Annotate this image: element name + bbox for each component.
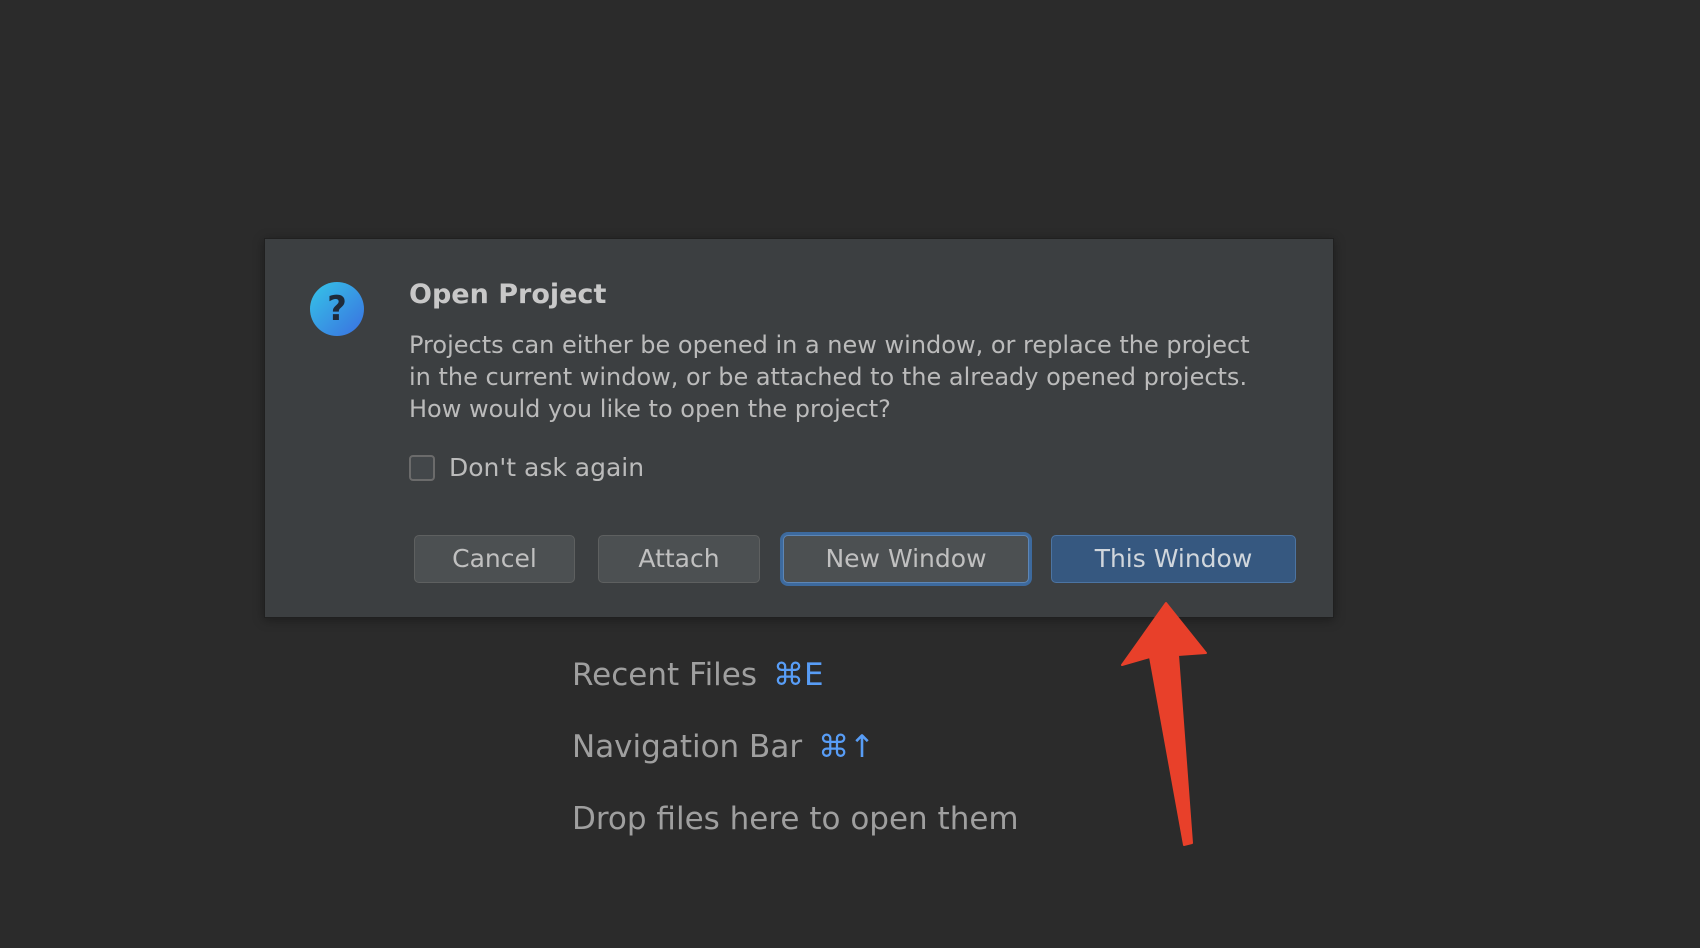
- dont-ask-again-checkbox[interactable]: [409, 454, 435, 481]
- dont-ask-again-option[interactable]: Don't ask again: [409, 453, 644, 482]
- question-icon: ?: [310, 282, 364, 336]
- dialog-message-line: Projects can either be opened in a new w…: [409, 331, 1250, 359]
- dont-ask-again-label[interactable]: Don't ask again: [449, 453, 644, 482]
- cancel-button[interactable]: Cancel: [414, 535, 575, 583]
- drop-files-hint: Drop files here to open them: [572, 801, 1019, 837]
- dialog-message: Projects can either be opened in a new w…: [409, 329, 1309, 425]
- recent-files-label: Recent Files: [572, 657, 758, 693]
- this-window-button[interactable]: This Window: [1051, 535, 1296, 583]
- navigation-bar-shortcut: ⌘↑: [818, 729, 876, 765]
- red-arrow-annotation: [1121, 602, 1207, 846]
- attach-button[interactable]: Attach: [598, 535, 760, 583]
- new-window-button[interactable]: New Window: [783, 535, 1029, 583]
- svg-text:?: ?: [327, 289, 347, 329]
- recent-files-shortcut: ⌘E: [773, 657, 824, 693]
- dialog-title: Open Project: [409, 279, 607, 310]
- recent-files-hint: Recent Files ⌘E: [572, 657, 824, 693]
- open-project-dialog: ? Open Project Projects can either be op…: [264, 238, 1334, 618]
- navigation-bar-hint: Navigation Bar ⌘↑: [572, 729, 875, 765]
- dialog-message-line: in the current window, or be attached to…: [409, 363, 1248, 391]
- navigation-bar-label: Navigation Bar: [572, 729, 803, 765]
- drop-files-label: Drop files here to open them: [572, 801, 1019, 837]
- dialog-message-line: How would you like to open the project?: [409, 395, 891, 423]
- ide-welcome-screen: Recent Files ⌘E Navigation Bar ⌘↑ Drop fil…: [0, 0, 1700, 948]
